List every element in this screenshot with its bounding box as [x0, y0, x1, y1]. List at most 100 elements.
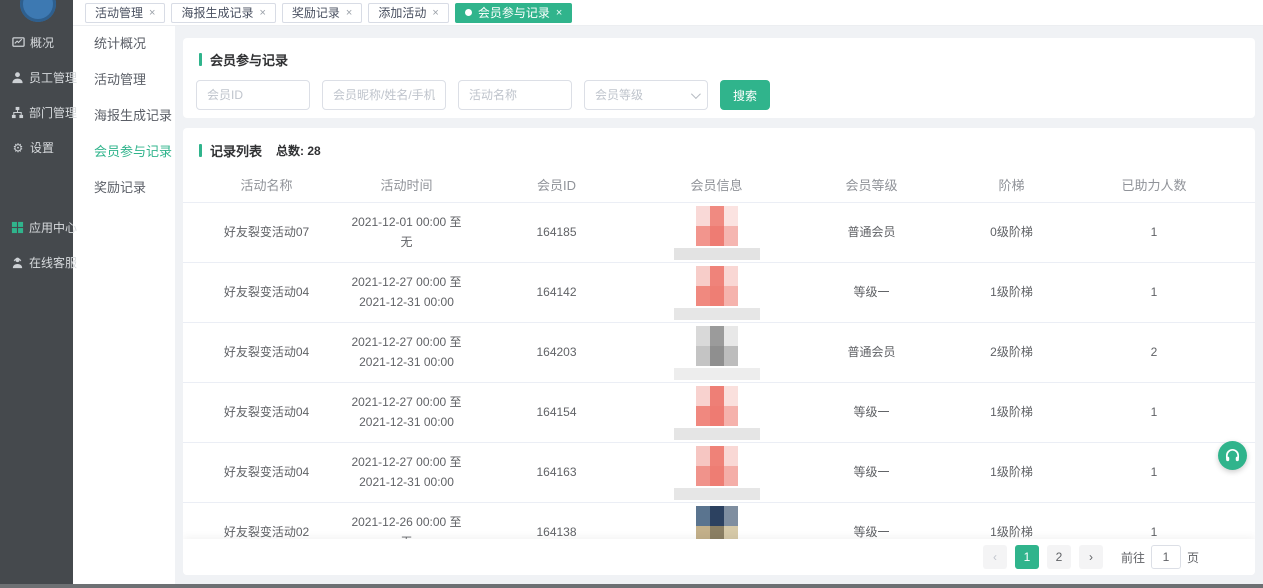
cell-member-id: 164185 [479, 223, 634, 242]
table-header: 活动名称 活动时间 会员ID 会员信息 会员等级 阶梯 已助力人数 [183, 170, 1255, 202]
search-panel-title: 会员参与记录 [199, 50, 1239, 69]
pagination-bar: ‹ 12 › 前往 页 [183, 539, 1255, 575]
tab-label: 添加活动 [378, 4, 426, 21]
col-member-level: 会员等级 [799, 176, 944, 197]
tab-海报生成记录[interactable]: 海报生成记录 × [171, 3, 275, 23]
bottom-scrollbar[interactable] [0, 584, 1263, 588]
settings-icon: ⚙ [11, 141, 25, 155]
cell-boost-count: 2 [1079, 343, 1229, 362]
cell-activity-name: 好友裂变活动04 [199, 343, 334, 362]
sidebar-item-employees[interactable]: 员工管理 [0, 60, 73, 95]
table-body: 好友裂变活动072021-12-01 00:00 至无164185普通会员0级阶… [183, 202, 1255, 575]
sidebar-item-label: 在线客服 [29, 254, 77, 271]
departments-icon [11, 106, 24, 120]
tab-label: 会员参与记录 [478, 4, 550, 21]
cell-tier: 2级阶梯 [944, 343, 1079, 362]
cell-member-id: 164163 [479, 463, 634, 482]
records-total: 总数: 28 [276, 142, 321, 159]
online-service-float-button[interactable] [1218, 441, 1247, 470]
sidebar-item-apps[interactable]: 应用中心 [0, 210, 73, 245]
tab-奖励记录[interactable]: 奖励记录 × [282, 3, 362, 23]
member-id-input[interactable] [196, 80, 310, 110]
search-button[interactable]: 搜索 [720, 80, 770, 110]
censored-member-name [674, 308, 760, 320]
censored-member-name [674, 428, 760, 440]
title-accent-bar [199, 144, 202, 157]
apps-icon [11, 221, 24, 235]
cell-activity-name: 好友裂变活动04 [199, 283, 334, 302]
sidebar-item-service[interactable]: 在线客服 [0, 245, 73, 280]
sidebar-item-settings[interactable]: ⚙设置 [0, 130, 73, 165]
tab-close-icon[interactable]: × [556, 7, 562, 19]
records-title-text: 记录列表 [210, 141, 262, 160]
pagination-prev-button[interactable]: ‹ [983, 545, 1007, 569]
censored-member-avatar [674, 326, 760, 380]
cell-boost-count: 1 [1079, 283, 1229, 302]
employees-icon [11, 71, 24, 85]
cell-member-info [634, 266, 799, 320]
col-member-id: 会员ID [479, 176, 634, 197]
cell-activity-time: 2021-12-01 00:00 至无 [334, 213, 479, 251]
submenu-item-活动管理[interactable]: 活动管理 [73, 62, 175, 98]
activity-name-input[interactable] [458, 80, 572, 110]
table-row: 好友裂变活动042021-12-27 00:00 至2021-12-31 00:… [183, 442, 1255, 502]
main-content: 会员参与记录 搜索 记录列表 总数: 28 活动名称 活动时间 会员ID 会员信… [175, 26, 1263, 584]
submenu-item-海报生成记录[interactable]: 海报生成记录 [73, 98, 175, 134]
cell-member-level: 等级一 [799, 403, 944, 422]
tab-close-icon[interactable]: × [346, 7, 352, 19]
submenu-item-奖励记录[interactable]: 奖励记录 [73, 170, 175, 206]
tab-活动管理[interactable]: 活动管理× [85, 3, 165, 23]
member-level-select[interactable] [584, 80, 708, 110]
submenu-item-会员参与记录[interactable]: 会员参与记录 [73, 134, 175, 170]
title-accent-bar [199, 53, 202, 66]
tab-close-icon[interactable]: × [259, 7, 265, 19]
cell-tier: 1级阶梯 [944, 403, 1079, 422]
col-member-info: 会员信息 [634, 176, 799, 197]
cell-tier: 0级阶梯 [944, 223, 1079, 242]
sidebar-item-label: 部门管理 [29, 104, 77, 121]
sidebar-item-departments[interactable]: 部门管理 [0, 95, 73, 130]
cell-boost-count: 1 [1079, 223, 1229, 242]
cell-member-info [634, 446, 799, 500]
tab-close-icon[interactable]: × [432, 7, 438, 19]
censored-member-name [674, 248, 760, 260]
goto-page-input[interactable] [1151, 545, 1181, 569]
submenu-item-统计概况[interactable]: 统计概况 [73, 26, 175, 62]
app-logo [20, 0, 56, 22]
censored-member-name [674, 368, 760, 380]
col-activity-name: 活动名称 [199, 176, 334, 197]
cell-tier: 1级阶梯 [944, 463, 1079, 482]
sidebar-menu: 概况员工管理部门管理⚙设置应用中心在线客服 [0, 25, 73, 280]
goto-unit: 页 [1187, 549, 1199, 566]
censored-member-avatar [674, 446, 760, 500]
member-level-select-input[interactable] [584, 80, 708, 110]
cell-member-level: 等级一 [799, 463, 944, 482]
pagination-next-button[interactable]: › [1079, 545, 1103, 569]
table-row: 好友裂变活动042021-12-27 00:00 至2021-12-31 00:… [183, 382, 1255, 442]
goto-label: 前往 [1121, 549, 1145, 566]
headset-icon [1224, 447, 1241, 464]
tab-添加活动[interactable]: 添加活动 × [368, 3, 448, 23]
censored-member-avatar [674, 386, 760, 440]
censored-member-name [674, 488, 760, 500]
table-row: 好友裂变活动042021-12-27 00:00 至2021-12-31 00:… [183, 322, 1255, 382]
cell-activity-time: 2021-12-27 00:00 至2021-12-31 00:00 [334, 393, 479, 431]
cell-member-level: 普通会员 [799, 343, 944, 362]
tab-close-icon[interactable]: × [149, 7, 155, 19]
cell-member-id: 164203 [479, 343, 634, 362]
cell-boost-count: 1 [1079, 403, 1229, 422]
sidebar-item-label: 概况 [30, 34, 54, 51]
tab-label: 奖励记录 [292, 4, 340, 21]
cell-member-info [634, 326, 799, 380]
sidebar-item-overview[interactable]: 概况 [0, 25, 73, 60]
tab-label: 海报生成记录 [181, 4, 253, 21]
cell-activity-name: 好友裂变活动04 [199, 463, 334, 482]
tab-会员参与记录[interactable]: 会员参与记录 × [455, 3, 572, 23]
cell-activity-time: 2021-12-27 00:00 至2021-12-31 00:00 [334, 333, 479, 371]
member-name-input[interactable] [322, 80, 446, 110]
cell-member-level: 普通会员 [799, 223, 944, 242]
pagination-page-2[interactable]: 2 [1047, 545, 1071, 569]
cell-boost-count: 1 [1079, 463, 1229, 482]
pagination-page-1[interactable]: 1 [1015, 545, 1039, 569]
cell-member-info [634, 206, 799, 260]
